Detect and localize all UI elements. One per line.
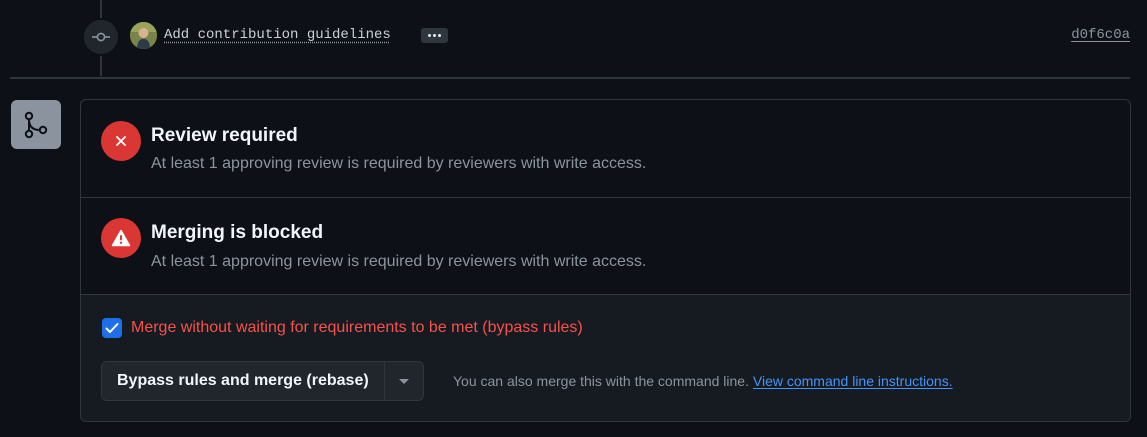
alert-icon <box>101 218 141 258</box>
commit-message-link[interactable]: Add contribution guidelines <box>164 27 391 43</box>
status-title: Merging is blocked <box>151 222 324 243</box>
merge-button-group: Bypass rules and merge (rebase) <box>101 361 424 401</box>
commit-sha-link[interactable]: d0f6c0a <box>1071 27 1130 43</box>
bypass-merge-button[interactable]: Bypass rules and merge (rebase) <box>102 362 385 400</box>
status-title: Review required <box>151 125 298 146</box>
avatar[interactable] <box>130 22 157 49</box>
review-required-section: Review required At least 1 approving rev… <box>81 100 1130 198</box>
bypass-checkbox[interactable] <box>102 318 122 338</box>
pull-request-merge-area: Add contribution guidelines d0f6c0a Revi… <box>0 0 1147 437</box>
git-commit-icon <box>82 18 120 56</box>
status-description: At least 1 approving review is required … <box>151 253 647 270</box>
kebab-horizontal-icon[interactable] <box>421 28 448 43</box>
command-line-instructions-link[interactable]: View command line instructions. <box>753 373 953 389</box>
timeline-divider <box>10 77 1130 79</box>
x-circle-icon <box>101 121 141 161</box>
bypass-checkbox-label[interactable]: Merge without waiting for requirements t… <box>131 319 583 337</box>
command-line-text: You can also merge this with the command… <box>453 373 749 389</box>
git-merge-icon <box>11 100 61 149</box>
status-description: At least 1 approving review is required … <box>151 155 647 172</box>
command-line-hint: You can also merge this with the command… <box>453 373 953 389</box>
triangle-down-icon[interactable] <box>385 362 423 400</box>
merging-blocked-section: Merging is blocked At least 1 approving … <box>81 198 1130 295</box>
merge-box: Review required At least 1 approving rev… <box>80 99 1131 422</box>
bypass-section: Merge without waiting for requirements t… <box>81 295 1130 421</box>
